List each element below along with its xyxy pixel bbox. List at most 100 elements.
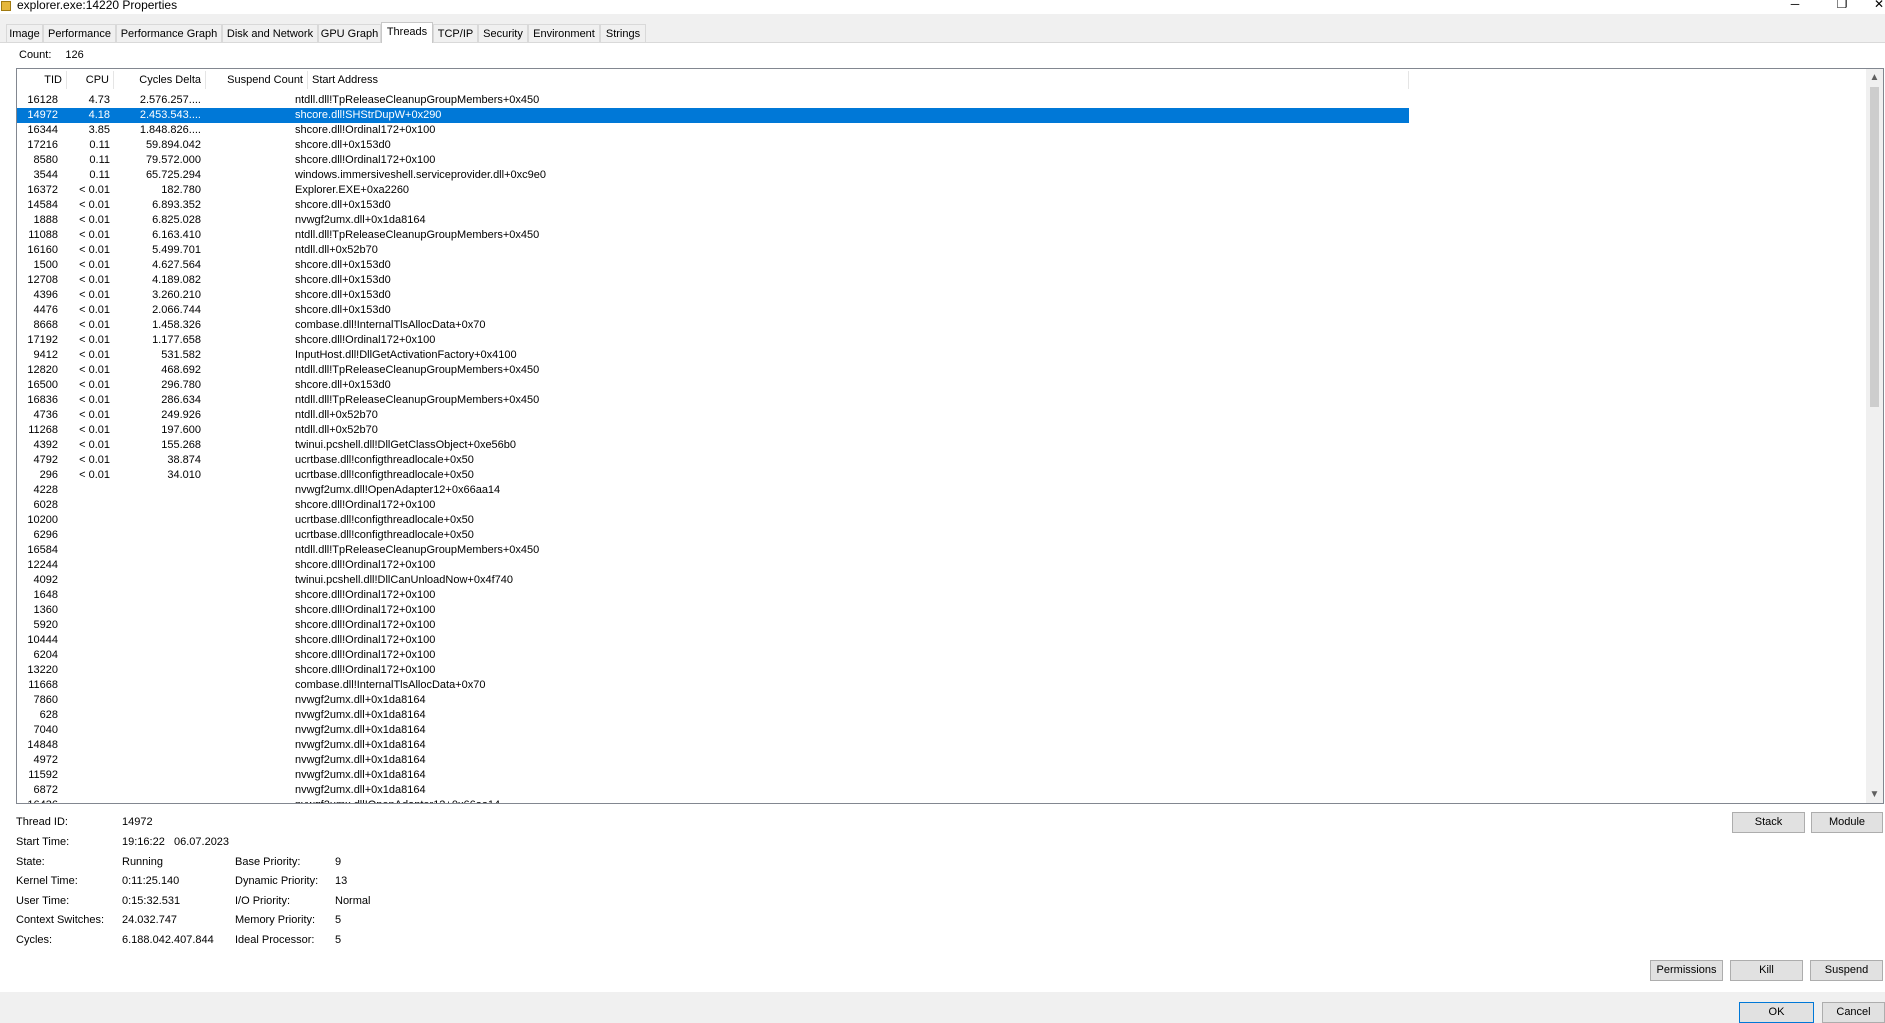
threads-list[interactable]: TID CPU Cycles Delta Suspend Count Start… (16, 68, 1884, 804)
column-header-tid[interactable]: TID (17, 71, 67, 89)
table-row[interactable]: 6204 shcore.dll!Ordinal172+0x100 (17, 648, 1409, 663)
cell-start-address: shcore.dll+0x153d0 (295, 199, 391, 211)
tab-gpu-graph[interactable]: GPU Graph (318, 24, 381, 42)
table-row[interactable]: 16584 ntdll.dll!TpReleaseCleanupGroupMemb… (17, 543, 1409, 558)
cell-cycles-delta: 1.177.658 (152, 334, 201, 346)
table-row[interactable]: 11268 < 0.01 197.600 ntdll.dll+0x52b70 (17, 423, 1409, 438)
cancel-button[interactable]: Cancel (1822, 1002, 1885, 1023)
table-row[interactable]: 9412 < 0.01 531.582 InputHost.dll!DllGetAct… (17, 348, 1409, 363)
table-row[interactable]: 17192 < 0.01 1.177.658 shcore.dll!Ordinal17… (17, 333, 1409, 348)
cell-cpu: < 0.01 (79, 469, 110, 481)
scroll-thumb[interactable] (1870, 87, 1879, 407)
table-row[interactable]: 4228 nvwgf2umx.dll!OpenAdapter12+0x66aa14 (17, 483, 1409, 498)
table-row[interactable]: 4972 nvwgf2umx.dll+0x1da8164 (17, 753, 1409, 768)
cell-tid: 1648 (33, 589, 58, 601)
table-row[interactable]: 6028 shcore.dll!Ordinal172+0x100 (17, 498, 1409, 513)
cell-cpu: < 0.01 (79, 274, 110, 286)
minimize-icon[interactable]: ─ (1785, 0, 1805, 11)
table-row[interactable]: 4736 < 0.01 249.926 ntdll.dll+0x52b70 (17, 408, 1409, 423)
table-row[interactable]: 11088 < 0.01 6.163.410 ntdll.dll!TpReleaseC… (17, 228, 1409, 243)
dynamic-priority-label: Dynamic Priority: (235, 875, 319, 887)
table-row[interactable]: 16500 < 0.01 296.780 shcore.dll+0x153d0 (17, 378, 1409, 393)
table-row[interactable]: 7860 nvwgf2umx.dll+0x1da8164 (17, 693, 1409, 708)
table-row[interactable]: 4792 < 0.01 38.874 ucrtbase.dll!configthrea… (17, 453, 1409, 468)
cell-tid: 11268 (28, 424, 58, 436)
table-row[interactable]: 4092 twinui.pcshell.dll!DllCanUnloadNow+0… (17, 573, 1409, 588)
table-row[interactable]: 1648 shcore.dll!Ordinal172+0x100 (17, 588, 1409, 603)
table-row[interactable]: 5920 shcore.dll!Ordinal172+0x100 (17, 618, 1409, 633)
tab-performance[interactable]: Performance (43, 24, 116, 42)
table-row[interactable]: 16160 < 0.01 5.499.701 ntdll.dll+0x52b70 (17, 243, 1409, 258)
scroll-up-icon[interactable]: ▲ (1866, 69, 1883, 86)
table-row[interactable]: 7040 nvwgf2umx.dll+0x1da8164 (17, 723, 1409, 738)
table-row[interactable]: 12708 < 0.01 4.189.082 shcore.dll+0x153d0 (17, 273, 1409, 288)
column-header-start-address[interactable]: Start Address (308, 71, 1409, 89)
tab-performance-graph[interactable]: Performance Graph (116, 24, 222, 42)
column-header-suspend-count[interactable]: Suspend Count (206, 71, 308, 89)
tab-tcp-ip[interactable]: TCP/IP (433, 24, 478, 42)
table-row[interactable]: 17216 0.11 59.894.042 shcore.dll+0x153d0 (17, 138, 1409, 153)
table-row[interactable]: 12820 < 0.01 468.692 ntdll.dll!TpReleaseCle… (17, 363, 1409, 378)
table-row[interactable]: 11668 combase.dll!InternalTlsAllocData+0x… (17, 678, 1409, 693)
table-row[interactable]: 14848 nvwgf2umx.dll+0x1da8164 (17, 738, 1409, 753)
cell-tid: 11592 (28, 769, 58, 781)
table-row[interactable]: 6296 ucrtbase.dll!configthreadlocale+0x50 (17, 528, 1409, 543)
cell-cycles-delta: 249.926 (161, 409, 201, 421)
table-row[interactable]: 8668 < 0.01 1.458.326 combase.dll!InternalT… (17, 318, 1409, 333)
stack-button[interactable]: Stack (1732, 812, 1805, 833)
tab-image[interactable]: Image (6, 24, 43, 42)
table-row[interactable]: 16372 < 0.01 182.780 Explorer.EXE+0xa2260 (17, 183, 1409, 198)
table-row[interactable]: 628 nvwgf2umx.dll+0x1da8164 (17, 708, 1409, 723)
suspend-button[interactable]: Suspend (1810, 960, 1883, 981)
tab-security[interactable]: Security (478, 24, 528, 42)
table-row[interactable]: 12244 shcore.dll!Ordinal172+0x100 (17, 558, 1409, 573)
close-icon[interactable]: ✕ (1873, 0, 1885, 11)
cell-cpu: < 0.01 (79, 409, 110, 421)
table-row[interactable]: 4392 < 0.01 155.268 twinui.pcshell.dll!DllG… (17, 438, 1409, 453)
module-button[interactable]: Module (1811, 812, 1883, 833)
table-row[interactable]: 1360 shcore.dll!Ordinal172+0x100 (17, 603, 1409, 618)
table-row[interactable]: 6872 nvwgf2umx.dll+0x1da8164 (17, 783, 1409, 798)
thread-id-label: Thread ID: (16, 816, 68, 828)
cell-tid: 4392 (33, 439, 58, 451)
tab-threads[interactable]: Threads (381, 22, 433, 43)
table-row[interactable]: 16344 3.85 1.848.826.... shcore.dll!Ordinal… (17, 123, 1409, 138)
table-row[interactable]: 4396 < 0.01 3.260.210 shcore.dll+0x153d0 (17, 288, 1409, 303)
restore-icon[interactable]: ❐ (1832, 0, 1852, 11)
table-row[interactable]: 296 < 0.01 34.010 ucrtbase.dll!configthread… (17, 468, 1409, 483)
table-row[interactable]: 11592 nvwgf2umx.dll+0x1da8164 (17, 768, 1409, 783)
title-bar: explorer.exe:14220 Properties ─ ❐ ✕ (0, 0, 1885, 14)
table-row[interactable]: 14972 4.18 2.453.543.... shcore.dll!SHStrDu… (17, 108, 1409, 123)
cell-tid: 14972 (27, 109, 58, 121)
ok-button[interactable]: OK (1739, 1002, 1814, 1023)
table-row[interactable]: 16836 < 0.01 286.634 ntdll.dll!TpReleaseCle… (17, 393, 1409, 408)
table-row[interactable]: 16128 4.73 2.576.257.... ntdll.dll!TpReleas… (17, 93, 1409, 108)
vertical-scrollbar[interactable]: ▲ ▼ (1866, 69, 1883, 803)
table-row[interactable]: 14584 < 0.01 6.893.352 shcore.dll+0x153d0 (17, 198, 1409, 213)
table-row[interactable]: 16436 nvwgf2umx.dll!OpenAdapter12+0x66aa1… (17, 798, 1409, 803)
cell-cpu: 0.11 (89, 169, 110, 181)
tab-strings[interactable]: Strings (600, 24, 646, 42)
permissions-button[interactable]: Permissions (1650, 960, 1723, 981)
column-header-cpu[interactable]: CPU (67, 71, 114, 89)
cell-start-address: ntdll.dll!TpReleaseCleanupGroupMembers+0… (295, 229, 540, 241)
cell-tid: 16584 (27, 544, 58, 556)
scroll-down-icon[interactable]: ▼ (1866, 786, 1883, 803)
cell-start-address: nvwgf2umx.dll+0x1da8164 (295, 694, 426, 706)
tab-environment[interactable]: Environment (528, 24, 600, 42)
cell-start-address: shcore.dll!Ordinal172+0x100 (295, 499, 436, 511)
cell-start-address: ntdll.dll+0x52b70 (295, 424, 378, 436)
table-row[interactable]: 1500 < 0.01 4.627.564 shcore.dll+0x153d0 (17, 258, 1409, 273)
table-row[interactable]: 10444 shcore.dll!Ordinal172+0x100 (17, 633, 1409, 648)
table-row[interactable]: 4476 < 0.01 2.066.744 shcore.dll+0x153d0 (17, 303, 1409, 318)
tab-disk-and-network[interactable]: Disk and Network (222, 24, 318, 42)
table-row[interactable]: 8580 0.11 79.572.000 shcore.dll!Ordinal172+… (17, 153, 1409, 168)
table-row[interactable]: 13220 shcore.dll!Ordinal172+0x100 (17, 663, 1409, 678)
cell-start-address: combase.dll!InternalTlsAllocData+0x70 (295, 319, 486, 331)
kill-button[interactable]: Kill (1730, 960, 1803, 981)
cell-tid: 16128 (27, 94, 58, 106)
column-header-cycles-delta[interactable]: Cycles Delta (114, 71, 206, 89)
table-row[interactable]: 1888 < 0.01 6.825.028 nvwgf2umx.dll+0x1da81… (17, 213, 1409, 228)
table-row[interactable]: 3544 0.11 65.725.294 windows.immersiveshell… (17, 168, 1409, 183)
table-row[interactable]: 10200 ucrtbase.dll!configthreadlocale+0x5… (17, 513, 1409, 528)
